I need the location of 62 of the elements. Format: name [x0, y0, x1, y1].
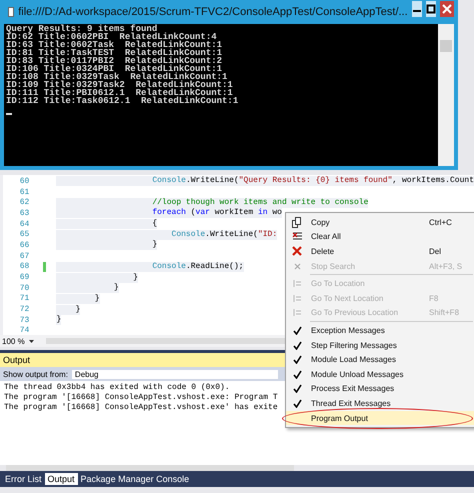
console-output-line: ID:81 Title:TaskTEST RelatedLinkCount:1: [6, 49, 224, 57]
maximize-button[interactable]: [426, 1, 436, 17]
console-output-line: ID:62 Title:0602PBI RelatedLinkCount:4: [6, 33, 217, 41]
menu-item[interactable]: Program Output: [286, 410, 474, 426]
minimize-button[interactable]: [412, 1, 422, 17]
line-number: 68: [18, 262, 30, 272]
menu-item[interactable]: Process Exit Messages: [286, 382, 474, 396]
console-output-line: ID:109 Title:0329Task2 RelatedLinkCount:1: [6, 81, 234, 89]
console-icon: [8, 7, 14, 17]
window-title: file:///D:/Ad-workspace/2015/Scrum-TFVC2/ConsoleAppTest/ConsoleAppTest/...: [18, 6, 408, 18]
close-button[interactable]: [440, 1, 454, 17]
menu-item[interactable]: Delete Del: [286, 244, 474, 259]
line-number: 71: [18, 294, 30, 304]
console-output-line: ID:63 Title:0602Task RelatedLinkCount:1: [6, 41, 224, 49]
panel-tab[interactable]: Package Manager Console: [78, 473, 192, 485]
vertical-scrollbar[interactable]: [438, 24, 454, 166]
close-icon: [442, 4, 452, 14]
delete-icon: [292, 246, 302, 256]
menu-item[interactable]: Copy Ctrl+C: [286, 215, 474, 230]
output-line: The program '[16668] ConsoleAppTest.vshost.exe: Program T: [4, 393, 278, 403]
line-number: 60: [18, 176, 30, 186]
menu-item[interactable]: Step Filtering Messages: [286, 338, 474, 352]
clear-all-icon: [292, 232, 302, 242]
menu-item[interactable]: Thread Exit Messages: [286, 396, 474, 411]
menu-item[interactable]: Module Unload Messages: [286, 366, 474, 382]
zoom-dropdown[interactable]: 100 %: [0, 336, 25, 346]
panel-tab[interactable]: Output: [44, 473, 78, 485]
line-number: 65: [18, 230, 30, 240]
output-line: The program '[16668] ConsoleAppTest.vshost.exe' has exite: [4, 403, 278, 413]
line-number: 61: [18, 188, 30, 197]
copy-icon: [292, 216, 302, 228]
go-to-icon: [292, 279, 302, 288]
line-number: 69: [18, 273, 30, 282]
maximize-icon: [426, 4, 436, 14]
console-output-line: ID:111 Title:PBI0612.1 RelatedLinkCount:1: [6, 89, 233, 97]
line-number: 63: [18, 208, 30, 218]
output-line: The thread 0x3bb4 has exited with code 0 (0x0).: [4, 383, 230, 393]
output-source-dropdown[interactable]: Debug: [72, 370, 278, 378]
line-number: 72: [18, 305, 30, 314]
horizontal-scrollbar[interactable]: [6, 465, 294, 471]
console-output-line: ID:112 Title:Task0612.1 RelatedLinkCount:1: [6, 97, 240, 105]
line-number: 62: [18, 198, 30, 208]
source-label: Show output from:: [3, 370, 68, 378]
line-number: 70: [18, 284, 30, 293]
line-number: 66: [18, 240, 30, 250]
stop-icon: [294, 262, 300, 270]
console-output-line: Query Results: 9 items found: [6, 25, 158, 33]
line-number: 73: [18, 316, 30, 325]
line-number: 64: [18, 220, 30, 229]
dropdown-arrow-icon: [28, 340, 34, 342]
go-to-icon: [292, 294, 302, 303]
console-output-line: ID:108 Title:0329Task RelatedLinkCount:1: [6, 73, 228, 81]
line-number: 74: [18, 326, 30, 336]
line-number: 67: [18, 252, 30, 261]
console-output-line: ID:106 Title:0324PBI RelatedLinkCount:1: [6, 65, 222, 73]
menu-item[interactable]: Module Load Messages: [286, 352, 474, 367]
console-output-line: ID:83 Title:0117PBI2 RelatedLinkCount:2: [6, 57, 224, 65]
panel-tab[interactable]: Error List: [2, 473, 45, 485]
menu-item[interactable]: Exception Messages: [286, 323, 474, 338]
go-to-icon: [292, 308, 302, 318]
text-cursor: [6, 113, 12, 115]
menu-item[interactable]: Clear All: [286, 230, 474, 244]
